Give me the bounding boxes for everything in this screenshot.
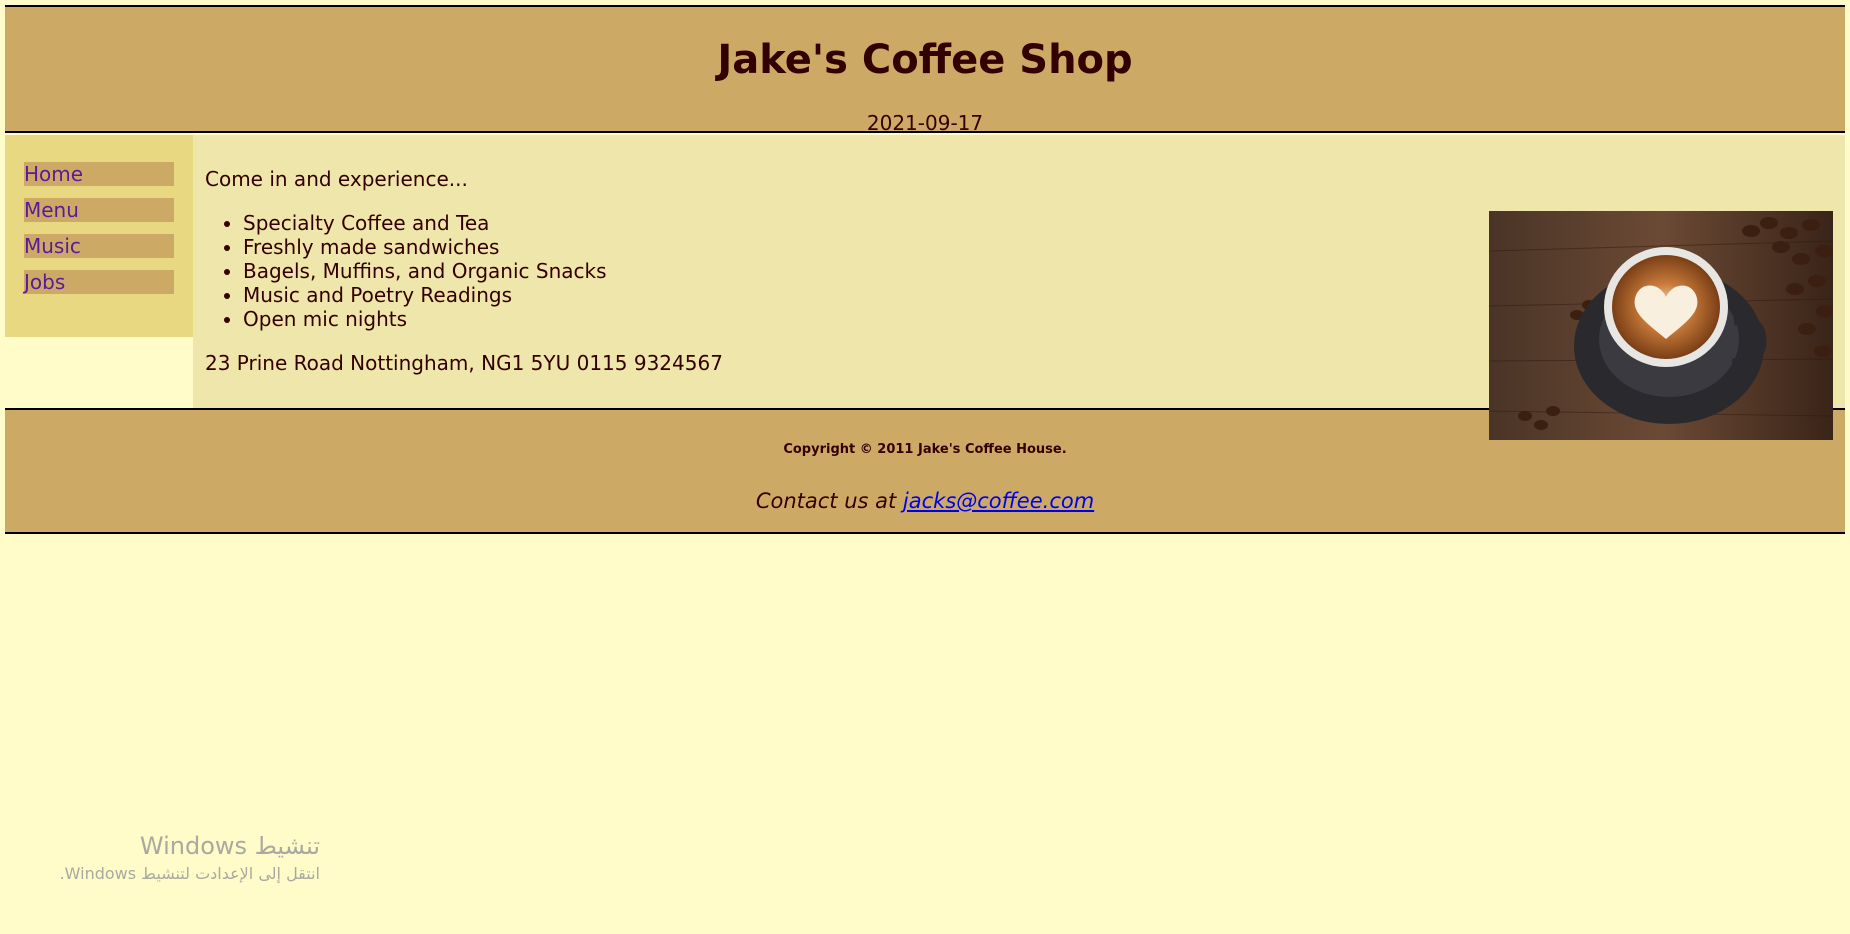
feature-item: Freshly made sandwiches: [243, 235, 607, 259]
feature-item: Music and Poetry Readings: [243, 283, 607, 307]
side-nav: Home Menu Music Jobs: [5, 135, 193, 337]
site-header: Jake's Coffee Shop 2021-09-17: [5, 5, 1845, 135]
contact-prefix: Contact us at: [755, 489, 903, 513]
watermark-subtitle: انتقل إلى الإعدادت لتنشيط Windows.: [59, 864, 320, 883]
current-date: 2021-09-17: [866, 111, 984, 135]
shop-address: 23 Prine Road Nottingham, NG1 5YU 0115 9…: [205, 351, 723, 375]
contact-email-link[interactable]: jacks@coffee.com: [903, 489, 1094, 513]
contact-line: Contact us at jacks@coffee.com: [5, 489, 1845, 513]
copyright-text: Copyright © 2011 Jake's Coffee House.: [783, 442, 1067, 457]
watermark-title: تنشيط Windows: [139, 832, 320, 860]
feature-list: Specialty Coffee and Tea Freshly made sa…: [205, 211, 607, 331]
feature-item: Open mic nights: [243, 307, 607, 331]
feature-item: Specialty Coffee and Tea: [243, 211, 607, 235]
nav-link-music[interactable]: Music: [24, 234, 174, 258]
feature-item: Bagels, Muffins, and Organic Snacks: [243, 259, 607, 283]
windows-activation-watermark: تنشيط Windows انتقل إلى الإعدادت لتنشيط …: [30, 832, 320, 883]
coffee-cup-image: [1489, 211, 1833, 440]
intro-text: Come in and experience...: [205, 167, 468, 191]
site-title: Jake's Coffee Shop: [717, 37, 1133, 83]
nav-link-menu[interactable]: Menu: [24, 198, 174, 222]
page: Jake's Coffee Shop 2021-09-17 Home Menu …: [0, 0, 1850, 934]
nav-link-home[interactable]: Home: [24, 162, 174, 186]
nav-link-jobs[interactable]: Jobs: [24, 270, 174, 294]
